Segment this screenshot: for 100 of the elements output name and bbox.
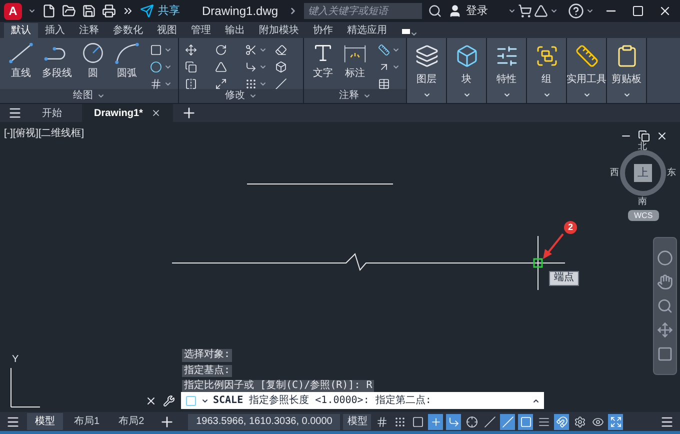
- hatch-icon[interactable]: [150, 78, 162, 89]
- panel-title[interactable]: 绘图: [73, 91, 93, 101]
- ribbon-large-button[interactable]: 剪贴板: [607, 38, 647, 103]
- file-tab[interactable]: 开始: [30, 104, 74, 122]
- printer-icon[interactable]: [102, 4, 116, 18]
- rectangle-icon[interactable]: [150, 44, 162, 56]
- ribbon-tab[interactable]: 输出: [218, 23, 252, 38]
- caret-icon[interactable]: [410, 30, 418, 38]
- share-button[interactable]: 共享: [140, 2, 180, 20]
- caret-icon[interactable]: [550, 7, 558, 15]
- caret-icon[interactable]: [586, 7, 594, 15]
- leader-icon[interactable]: [378, 61, 390, 73]
- app-logo[interactable]: A: [4, 2, 22, 20]
- view-compass[interactable]: 上: [620, 150, 666, 196]
- caret-icon[interactable]: [502, 91, 510, 99]
- close-tab-icon[interactable]: [150, 108, 161, 118]
- new-tab-icon[interactable]: [180, 105, 197, 121]
- model-space-button[interactable]: 模型: [343, 414, 372, 430]
- eraser-icon[interactable]: [275, 44, 287, 56]
- ribbon-tab[interactable]: 默认: [4, 23, 38, 38]
- caret-icon[interactable]: [462, 91, 470, 99]
- letter-t-icon: [312, 42, 334, 64]
- new-file-icon[interactable]: [42, 4, 56, 18]
- pan-hand-icon[interactable]: [657, 274, 673, 290]
- linear-dimension-icon[interactable]: [378, 44, 390, 56]
- caret-icon[interactable]: [97, 92, 105, 100]
- caret-icon[interactable]: [532, 396, 540, 404]
- ribbon-large-button[interactable]: 图层: [407, 38, 447, 103]
- cart-icon[interactable]: [518, 4, 532, 18]
- customize-menu-icon[interactable]: [660, 414, 674, 428]
- ribbon-tab[interactable]: 附加模块: [252, 23, 306, 38]
- caret-icon[interactable]: [622, 91, 630, 99]
- save-icon[interactable]: [82, 4, 96, 18]
- menu-icon[interactable]: [6, 414, 20, 428]
- object-snap-toggle[interactable]: [518, 414, 534, 430]
- caret-icon[interactable]: [508, 7, 516, 15]
- layout-tab[interactable]: 布局2: [110, 413, 152, 430]
- viewport-label[interactable]: [-][俯视][二维线框]: [4, 126, 84, 141]
- ribbon-tab[interactable]: 协作: [306, 23, 340, 38]
- polar-toggle[interactable]: [464, 414, 480, 430]
- ribbon-large-button[interactable]: 特性: [487, 38, 527, 103]
- dynamic-input-toggle[interactable]: [428, 414, 444, 430]
- caret-icon[interactable]: [201, 396, 209, 404]
- ribbon-large-button[interactable]: 组: [527, 38, 567, 103]
- more-icon[interactable]: [122, 5, 134, 17]
- caret-icon[interactable]: [422, 91, 430, 99]
- ribbon-tool-button[interactable]: 标注: [340, 42, 370, 80]
- ribbon-tab[interactable]: 管理: [184, 23, 218, 38]
- coordinates[interactable]: 1963.5966, 1610.3036, 0.0000: [188, 414, 340, 430]
- ribbon-large-button[interactable]: 块: [447, 38, 487, 103]
- tracking-toggle[interactable]: [500, 414, 516, 430]
- close-icon[interactable]: [145, 394, 157, 406]
- ribbon-tool-button[interactable]: 多段线: [40, 42, 74, 80]
- ribbon-tool-button[interactable]: 文字: [310, 42, 336, 80]
- login-button[interactable]: 登录: [448, 2, 488, 20]
- layout-tab[interactable]: 布局1: [66, 413, 108, 430]
- fullscreen-toggle[interactable]: [608, 414, 624, 430]
- pointer-arrow: [543, 233, 564, 259]
- ribbon-tab[interactable]: 插入: [38, 23, 72, 38]
- ribbon-tab[interactable]: 精选应用: [340, 23, 394, 38]
- cube-icon[interactable]: [275, 61, 287, 73]
- ribbon-tool-button[interactable]: 直线: [6, 42, 36, 80]
- panel-title[interactable]: 注释: [339, 91, 359, 101]
- caret-icon[interactable]: [28, 7, 36, 15]
- search-field[interactable]: 键入关键字或短语: [304, 3, 422, 19]
- ribbon-large-button[interactable]: 实用工具: [567, 38, 607, 103]
- layout-tab[interactable]: 模型: [27, 413, 63, 430]
- file-tab[interactable]: Drawing1*: [82, 104, 173, 122]
- array-icon[interactable]: [245, 78, 257, 89]
- view-cube-face[interactable]: 上: [634, 164, 652, 182]
- close-icon[interactable]: [656, 130, 668, 142]
- move-icon[interactable]: [185, 44, 197, 56]
- close-icon[interactable]: [658, 4, 672, 18]
- scissors-icon[interactable]: [245, 44, 257, 56]
- ribbon-tool-button[interactable]: 圆: [78, 42, 108, 80]
- maximize-icon[interactable]: [632, 5, 644, 17]
- caret-icon[interactable]: [582, 91, 590, 99]
- restore-icon[interactable]: [638, 130, 650, 142]
- open-folder-icon[interactable]: [62, 4, 76, 18]
- ribbon-tool-button[interactable]: 圆弧: [112, 42, 142, 80]
- panel-title[interactable]: 修改: [225, 91, 245, 101]
- menu-icon[interactable]: [8, 106, 22, 120]
- workspace-toggle[interactable]: [572, 414, 588, 430]
- ortho-toggle[interactable]: [446, 414, 462, 430]
- search-icon[interactable]: [428, 4, 442, 18]
- table-icon[interactable]: [378, 78, 390, 89]
- zoom-icon[interactable]: [657, 298, 673, 314]
- annotation-toggle[interactable]: [554, 414, 570, 430]
- help-icon[interactable]: [568, 3, 584, 19]
- rotate-icon[interactable]: [215, 44, 227, 56]
- ellipse-icon[interactable]: [150, 61, 162, 73]
- isometric-toggle[interactable]: [482, 414, 498, 430]
- caret-icon[interactable]: [363, 92, 371, 100]
- ribbon-tab[interactable]: 视图: [150, 23, 184, 38]
- triangle-icon[interactable]: [534, 4, 548, 18]
- wrench-icon[interactable]: [163, 394, 175, 406]
- ribbon-tab[interactable]: 参数化: [106, 23, 150, 38]
- ribbon-tab[interactable]: 注释: [72, 23, 106, 38]
- caret-icon[interactable]: [542, 91, 550, 99]
- copy-icon[interactable]: [185, 61, 197, 73]
